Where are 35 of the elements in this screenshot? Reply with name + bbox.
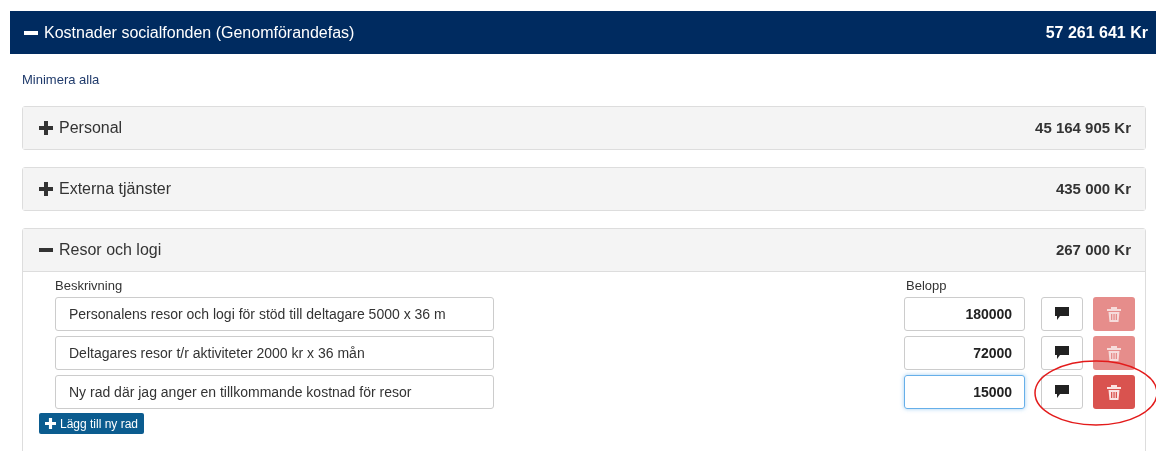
comment-button[interactable]: [1041, 296, 1084, 331]
description-field[interactable]: Deltagares resor t/r aktiviteter 2000 kr x 36 mån: [55, 335, 494, 370]
speech-bubble-icon: [1055, 385, 1070, 398]
panel-title: Resor och logi: [59, 240, 162, 260]
panel-header[interactable]: Personal 45 164 905 Kr: [23, 107, 1145, 149]
panel-total: 267 000 Kr: [1055, 239, 1131, 260]
description-field[interactable]: Personalens resor och logi för stöd till deltagare 5000 x 36 m: [55, 296, 494, 331]
panel-total: 45 164 905 Kr: [1035, 117, 1131, 138]
collapse-all-link[interactable]: Minimera alla: [22, 70, 100, 90]
comment-button[interactable]: [1041, 335, 1084, 370]
amount-label: Belopp: [906, 277, 947, 294]
delete-button[interactable]: [1093, 374, 1135, 409]
comment-button[interactable]: [1041, 374, 1084, 409]
plus-icon: [39, 121, 53, 135]
amount-field[interactable]: 180000: [904, 296, 1026, 331]
section-title: Kostnader socialfonden (Genomförandefas): [44, 22, 355, 43]
speech-bubble-icon: [1055, 307, 1070, 320]
add-row-button[interactable]: Lägg till ny rad: [39, 413, 145, 434]
amount-field[interactable]: 72000: [904, 335, 1026, 370]
panel-header[interactable]: Externa tjänster 435 000 Kr: [23, 168, 1145, 210]
trash-icon: [1107, 383, 1121, 400]
amount-field[interactable]: 15000: [904, 374, 1026, 409]
section-header[interactable]: Kostnader socialfonden (Genomförandefas) 57 261 641 Kr: [10, 11, 1156, 54]
trash-icon: [1107, 305, 1121, 322]
plus-icon: [45, 418, 56, 429]
panel-header[interactable]: Resor och logi 267 000 Kr: [23, 229, 1145, 271]
description-label: Beskrivning: [55, 277, 124, 294]
section-total: 57 261 641 Kr: [1045, 22, 1148, 43]
panel-title: Personal: [59, 118, 123, 138]
description-field[interactable]: Ny rad där jag anger en tillkommande kostnad för resor: [55, 374, 494, 409]
panel-title: Externa tjänster: [59, 179, 172, 199]
plus-icon: [39, 182, 53, 196]
trash-icon: [1107, 344, 1121, 361]
speech-bubble-icon: [1055, 346, 1070, 359]
panel-total: 435 000 Kr: [1055, 178, 1131, 199]
